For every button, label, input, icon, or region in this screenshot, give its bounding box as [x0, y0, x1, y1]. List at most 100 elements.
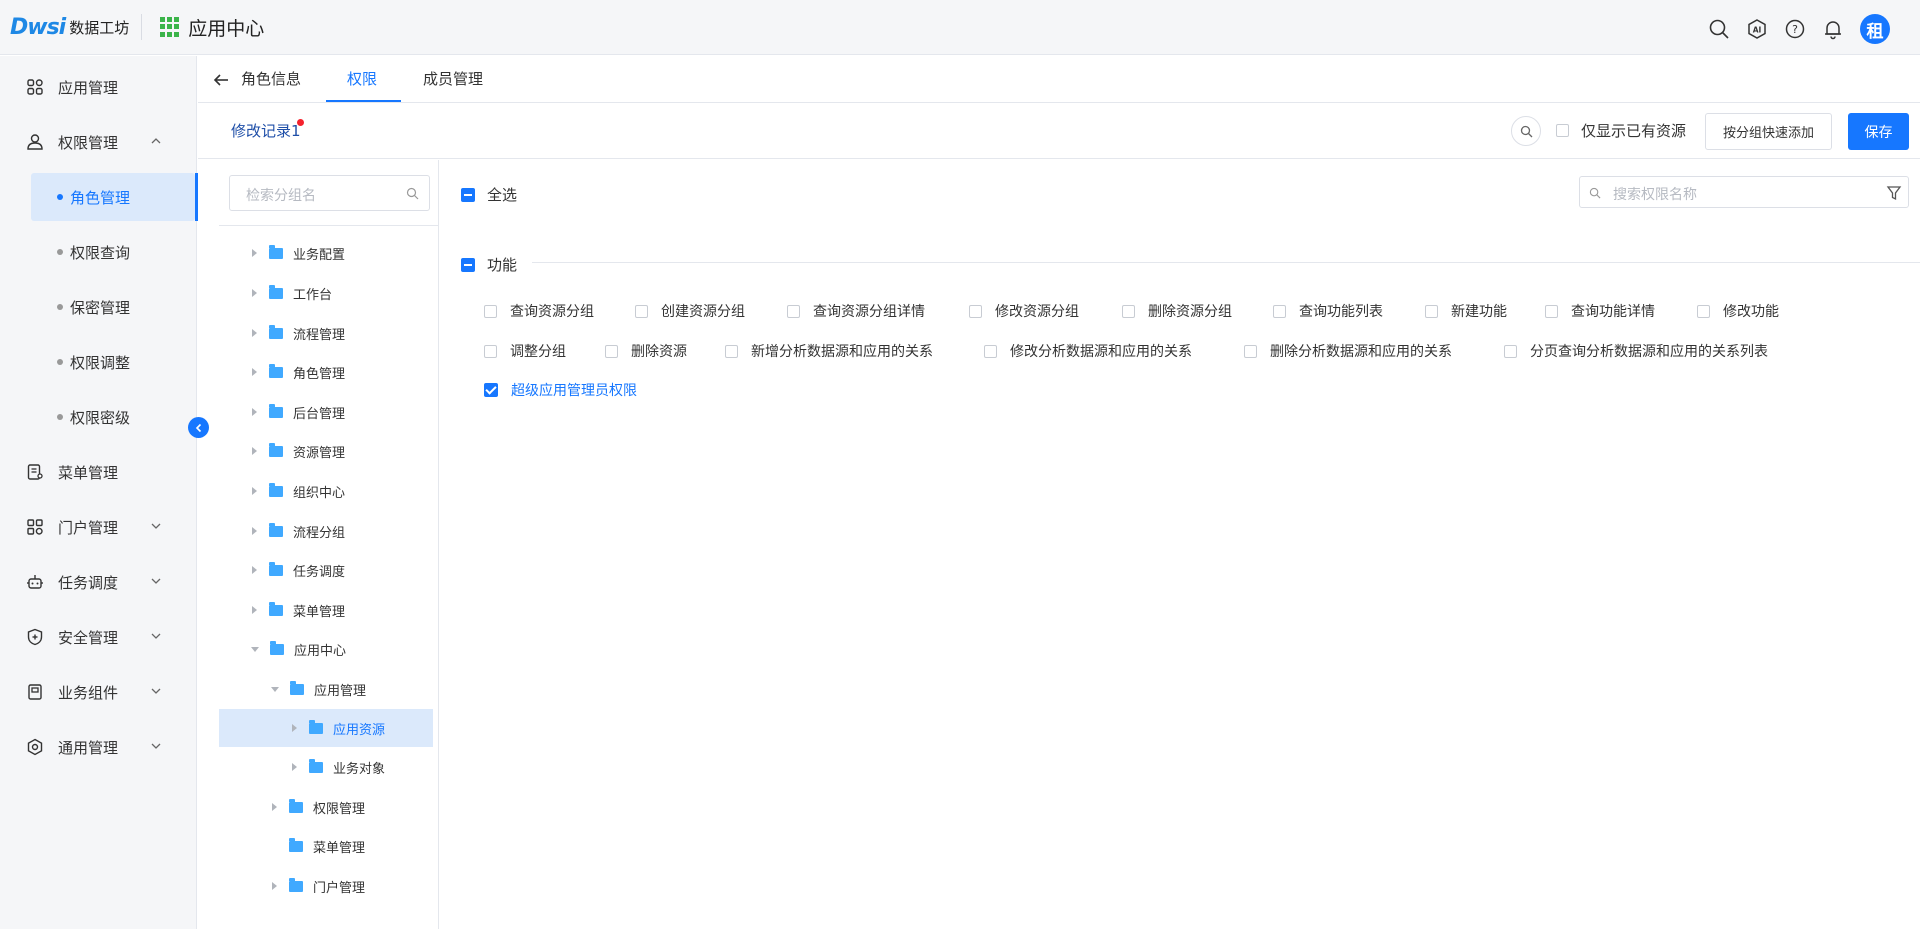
permission-checkbox[interactable]: [787, 304, 800, 318]
permission-checkbox[interactable]: [969, 304, 982, 318]
only-existing-checkbox[interactable]: [1556, 124, 1569, 137]
permission-item[interactable]: 查询资源分组: [484, 301, 594, 321]
caret-right-icon[interactable]: [252, 447, 257, 455]
ai-icon[interactable]: AI: [1746, 18, 1768, 40]
tree-node[interactable]: 权限管理: [272, 788, 365, 826]
caret-right-icon[interactable]: [272, 882, 277, 890]
caret-down-icon[interactable]: [271, 686, 279, 692]
sidebar-sub-role-management[interactable]: 角色管理: [31, 173, 198, 221]
only-existing-resources-toggle[interactable]: 仅显示已有资源: [1556, 120, 1686, 141]
tree-node[interactable]: 菜单管理: [252, 591, 345, 629]
modification-history-link[interactable]: 修改记录1: [231, 120, 301, 141]
permission-checkbox[interactable]: [725, 344, 738, 358]
permission-item[interactable]: 查询资源分组详情: [787, 301, 925, 321]
permission-item-checked[interactable]: 超级应用管理员权限: [484, 380, 637, 400]
permission-item[interactable]: 新建功能: [1425, 301, 1507, 321]
permission-item[interactable]: 修改资源分组: [969, 301, 1079, 321]
back-arrow-icon[interactable]: [212, 71, 230, 89]
caret-right-icon[interactable]: [252, 249, 257, 257]
permission-checkbox[interactable]: [1273, 304, 1286, 318]
quick-add-by-group-button[interactable]: 按分组快速添加: [1705, 113, 1832, 150]
tab-role-info[interactable]: 角色信息: [241, 68, 301, 89]
avatar[interactable]: 租: [1860, 14, 1890, 44]
tree-node[interactable]: 后台管理: [252, 393, 345, 431]
caret-right-icon[interactable]: [252, 289, 257, 297]
permission-item[interactable]: 调整分组: [484, 341, 566, 361]
permission-checkbox[interactable]: [1122, 304, 1135, 318]
sidebar-item-portal[interactable]: 门户管理: [0, 504, 196, 550]
tree-node[interactable]: 资源管理: [252, 432, 345, 470]
help-icon[interactable]: ?: [1784, 18, 1806, 40]
sidebar-item-business-components[interactable]: 业务组件: [0, 669, 196, 715]
tree-node[interactable]: 应用中心: [251, 630, 346, 668]
permission-search-input[interactable]: 搜索权限名称: [1579, 176, 1909, 208]
permission-checkbox[interactable]: [635, 304, 648, 318]
permission-item[interactable]: 删除分析数据源和应用的关系: [1244, 341, 1452, 361]
permission-checkbox-checked[interactable]: [484, 383, 498, 397]
tree-node[interactable]: 任务调度: [252, 551, 345, 589]
select-all-toggle[interactable]: 全选: [461, 184, 517, 205]
caret-right-icon[interactable]: [252, 527, 257, 535]
tree-node[interactable]: 业务配置: [252, 234, 345, 272]
logo[interactable]: Dwsi 数据工坊: [10, 15, 129, 40]
caret-right-icon[interactable]: [252, 487, 257, 495]
permission-item[interactable]: 删除资源: [605, 341, 687, 361]
permission-item[interactable]: 修改分析数据源和应用的关系: [984, 341, 1192, 361]
sidebar-sub-permission-query[interactable]: 权限查询: [31, 228, 195, 276]
permission-checkbox[interactable]: [484, 344, 497, 358]
group-function-toggle[interactable]: 功能: [461, 254, 517, 275]
permission-checkbox[interactable]: [984, 344, 997, 358]
group-function-checkbox[interactable]: [461, 257, 475, 272]
permission-item[interactable]: 修改功能: [1697, 301, 1779, 321]
sidebar-sub-permission-level[interactable]: 权限密级: [31, 393, 195, 441]
tree-node[interactable]: 业务对象: [292, 748, 385, 786]
permission-checkbox[interactable]: [1244, 344, 1257, 358]
permission-item[interactable]: 删除资源分组: [1122, 301, 1232, 321]
caret-right-icon[interactable]: [252, 368, 257, 376]
tree-node[interactable]: 菜单管理: [272, 827, 365, 865]
tree-node[interactable]: 流程分组: [252, 512, 345, 550]
sidebar-item-security[interactable]: 安全管理: [0, 614, 196, 660]
tree-node[interactable]: 角色管理: [252, 353, 345, 391]
sidebar-item-permissions[interactable]: 权限管理: [0, 119, 196, 165]
tree-node[interactable]: 组织中心: [252, 472, 345, 510]
permission-checkbox[interactable]: [1545, 304, 1558, 318]
sidebar-sub-permission-adjust[interactable]: 权限调整: [31, 338, 195, 386]
select-all-checkbox[interactable]: [461, 187, 475, 202]
filter-icon[interactable]: [1886, 185, 1902, 201]
permission-item[interactable]: 查询功能详情: [1545, 301, 1655, 321]
sidebar-item-apps[interactable]: 应用管理: [0, 64, 196, 110]
caret-right-icon[interactable]: [292, 763, 297, 771]
sidebar-sub-secrecy-management[interactable]: 保密管理: [31, 283, 195, 331]
permission-item[interactable]: 新增分析数据源和应用的关系: [725, 341, 933, 361]
sidebar-item-general[interactable]: 通用管理: [0, 724, 196, 770]
toolbar-search-button[interactable]: [1511, 116, 1541, 146]
save-button[interactable]: 保存: [1848, 113, 1909, 150]
caret-right-icon[interactable]: [272, 803, 277, 811]
permission-item[interactable]: 创建资源分组: [635, 301, 745, 321]
caret-down-icon[interactable]: [251, 646, 259, 652]
permission-item[interactable]: 查询功能列表: [1273, 301, 1383, 321]
tree-node-selected[interactable]: 应用资源: [219, 709, 433, 747]
tree-node[interactable]: 流程管理: [252, 314, 345, 352]
caret-right-icon[interactable]: [292, 724, 297, 732]
search-icon[interactable]: [1708, 18, 1730, 40]
tab-permissions[interactable]: 权限: [347, 68, 377, 89]
sidebar-item-task-schedule[interactable]: 任务调度: [0, 559, 196, 605]
caret-right-icon[interactable]: [252, 566, 257, 574]
tree-node[interactable]: 工作台: [252, 274, 332, 312]
permission-checkbox[interactable]: [484, 304, 497, 318]
sidebar-item-menu[interactable]: 菜单管理: [0, 449, 196, 495]
bell-icon[interactable]: [1822, 18, 1844, 40]
sidebar-collapse-button[interactable]: [188, 417, 209, 438]
tree-node[interactable]: 门户管理: [272, 867, 365, 905]
permission-checkbox[interactable]: [605, 344, 618, 358]
permission-checkbox[interactable]: [1425, 304, 1438, 318]
caret-right-icon[interactable]: [252, 408, 257, 416]
permission-checkbox[interactable]: [1504, 344, 1517, 358]
tree-node[interactable]: 应用管理: [271, 670, 366, 708]
permission-checkbox[interactable]: [1697, 304, 1710, 318]
permission-item[interactable]: 分页查询分析数据源和应用的关系列表: [1504, 341, 1768, 361]
caret-right-icon[interactable]: [252, 606, 257, 614]
group-search-input[interactable]: 检索分组名: [229, 175, 430, 211]
